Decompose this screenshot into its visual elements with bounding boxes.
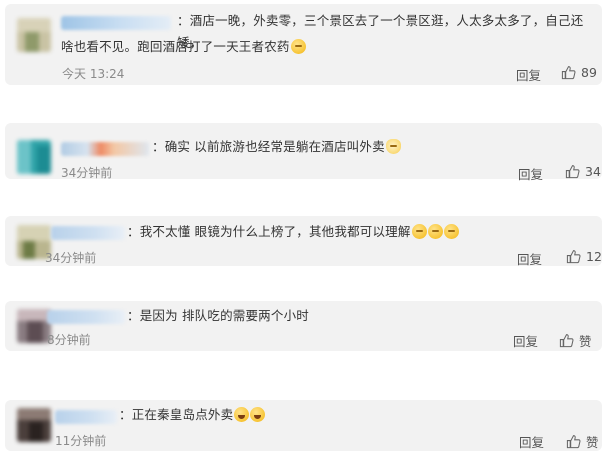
like-count: 12 <box>586 249 602 264</box>
thumbs-up-icon <box>566 435 581 449</box>
thumbs-up-icon <box>561 66 576 80</box>
reply-button[interactable]: 回复 <box>518 164 543 183</box>
smile-emoji <box>290 39 306 54</box>
comment-text-line: ：正在秦皇岛点外卖 <box>119 407 234 422</box>
avatar[interactable] <box>17 408 51 442</box>
timestamp: 34分钟前 <box>61 166 113 180</box>
comment-card: ：我不太懂 眼镜为什么上榜了，其他我都可以理解 34分钟前 回复 12 <box>5 216 602 268</box>
username[interactable] <box>61 16 171 30</box>
timestamp: 8分钟前 <box>47 333 91 347</box>
reply-button[interactable]: 回复 <box>519 432 544 451</box>
thumbs-up-icon <box>566 250 581 264</box>
like-count: 89 <box>581 65 597 80</box>
avatar[interactable] <box>17 18 51 52</box>
like-count: 赞 <box>579 334 592 349</box>
comment-card: ：是因为 排队吃的需要两个小时 8分钟前 回复 赞 <box>5 301 602 351</box>
comment-text-line: 啥也看不见。跑回酒店打了一天王者农药 <box>61 39 290 54</box>
username[interactable] <box>51 226 125 240</box>
comment-card: ：酒店一晚，外卖零，三个景区去了一个景区逛，人太多太多了，自己还矮， 啥也看不见… <box>5 4 602 85</box>
reply-button[interactable]: 回复 <box>513 331 538 350</box>
thumbs-up-icon <box>565 165 580 179</box>
comment-text: ：是因为 排队吃的需要两个小时 <box>127 305 527 327</box>
reply-button[interactable]: 回复 <box>517 249 542 268</box>
like-button[interactable]: 34 <box>565 164 601 179</box>
timestamp: 11分钟前 <box>55 434 107 448</box>
avatar[interactable] <box>17 309 51 343</box>
like-count: 34 <box>585 164 601 179</box>
speechless-emoji <box>411 224 427 239</box>
like-button[interactable]: 赞 <box>566 432 599 451</box>
comment-text: ：正在秦皇岛点外卖 <box>119 404 519 426</box>
timestamp: 今天 13:24 <box>62 67 125 81</box>
like-button[interactable]: 12 <box>566 249 602 264</box>
thumbs-up-icon <box>559 334 574 348</box>
timestamp: 34分钟前 <box>45 251 97 265</box>
like-button[interactable]: 89 <box>561 65 597 80</box>
comment-card: ：确实 以前旅游也经常是躺在酒店叫外卖 34分钟前 回复 34 <box>5 123 602 182</box>
comment-card: ：正在秦皇岛点外卖 11分钟前 回复 赞 <box>5 400 602 451</box>
comment-text: ：确实 以前旅游也经常是躺在酒店叫外卖 <box>152 136 572 158</box>
speechless-emoji <box>443 224 459 239</box>
comment-text-line: ：我不太懂 眼镜为什么上榜了，其他我都可以理解 <box>127 224 411 239</box>
username[interactable] <box>55 410 117 424</box>
speechless-emoji <box>427 224 443 239</box>
like-button[interactable]: 赞 <box>559 331 592 350</box>
comment-text-line: ：确实 以前旅游也经常是躺在酒店叫外卖 <box>152 139 385 154</box>
reply-button[interactable]: 回复 <box>516 65 541 84</box>
comment-text-line: ：是因为 排队吃的需要两个小时 <box>127 308 309 323</box>
comment-text: ：我不太懂 眼镜为什么上榜了，其他我都可以理解 <box>127 221 567 243</box>
username[interactable] <box>47 310 125 324</box>
like-count: 赞 <box>586 435 599 450</box>
comment-text-continued: 啥也看不见。跑回酒店打了一天王者农药 <box>61 36 481 58</box>
cat-emoji <box>385 139 401 154</box>
avatar[interactable] <box>17 140 51 174</box>
username[interactable] <box>61 142 149 156</box>
laugh-cry-emoji <box>250 407 266 422</box>
laugh-cry-emoji <box>234 407 250 422</box>
